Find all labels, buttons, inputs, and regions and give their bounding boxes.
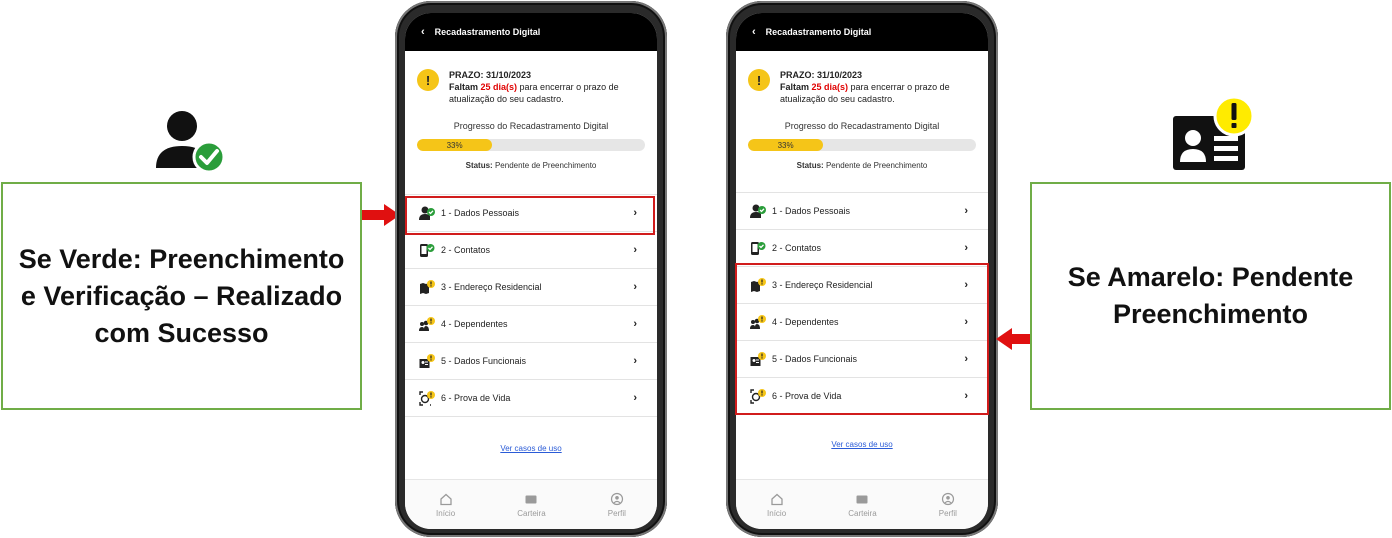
callout-pending: Se Amarelo: Pendente Preenchimento <box>1030 182 1391 410</box>
status-label: Status: <box>465 161 493 170</box>
progress-percent: 33% <box>446 140 463 150</box>
id-card-alert-icon <box>1173 95 1255 170</box>
menu-item-contatos[interactable]: 2 - Contatos › <box>736 230 988 267</box>
menu-label: 1 - Dados Pessoais <box>772 206 851 216</box>
bottom-nav: Início Carteira Perfil <box>736 479 988 529</box>
nav-perfil[interactable]: Perfil <box>608 492 626 518</box>
use-cases-link[interactable]: Ver casos de uso <box>405 444 657 453</box>
nav-label: Carteira <box>848 508 877 518</box>
nav-label: Perfil <box>938 508 957 518</box>
menu-label: 2 - Contatos <box>772 243 822 253</box>
menu-item-endereco[interactable]: 3 - Endereço Residencial › <box>405 269 657 306</box>
chevron-right-icon: › <box>633 392 637 404</box>
status-label: Status: <box>796 161 824 170</box>
progress-bar: 33% <box>748 139 976 151</box>
highlight-pending-items <box>735 263 989 415</box>
back-icon[interactable]: ‹ <box>752 26 756 38</box>
nav-label: Início <box>767 508 787 518</box>
badge-alert-icon <box>419 354 435 368</box>
menu-item-dados-funcionais[interactable]: 5 - Dados Funcionais › <box>405 343 657 380</box>
faltam-label: Faltam <box>449 82 479 92</box>
chevron-right-icon: › <box>633 244 637 256</box>
progress-title: Progresso do Recadastramento Digital <box>784 121 940 131</box>
use-cases-link[interactable]: Ver casos de uso <box>736 440 988 449</box>
status-value: Pendente de Preenchimento <box>494 161 597 170</box>
status-line: Status: Pendente de Preenchimento <box>405 161 657 170</box>
wallet-icon <box>856 495 868 503</box>
nav-carteira[interactable]: Carteira <box>517 492 546 518</box>
chevron-right-icon: › <box>964 242 968 254</box>
progress-bar: 33% <box>417 139 645 151</box>
wallet-icon <box>525 495 537 503</box>
warning-icon: ! <box>748 69 770 91</box>
deadline-text: PRAZO: 31/10/2023 <box>780 70 863 80</box>
menu-item-prova-de-vida[interactable]: 6 - Prova de Vida › <box>405 380 657 417</box>
chevron-right-icon: › <box>633 355 637 367</box>
face-scan-alert-icon <box>419 391 435 406</box>
chevron-right-icon: › <box>633 318 637 330</box>
user-check-icon <box>156 111 226 174</box>
menu-item-contatos[interactable]: 2 - Contatos › <box>405 232 657 269</box>
nav-label: Início <box>436 508 456 518</box>
deadline-notice: ! PRAZO: 31/10/2023 Faltam 25 dia(s) par… <box>405 51 657 105</box>
nav-inicio[interactable]: Início <box>436 492 455 518</box>
nav-perfil[interactable]: Perfil <box>939 492 957 518</box>
status-line: Status: Pendente de Preenchimento <box>736 161 988 170</box>
app-title: Recadastramento Digital <box>434 27 541 37</box>
days-remaining: 25 dia(s) <box>480 82 518 92</box>
menu-label: 5 - Dados Funcionais <box>441 356 527 366</box>
faltam-label: Faltam <box>780 82 810 92</box>
nav-label: Carteira <box>517 508 546 518</box>
profile-icon <box>941 492 954 505</box>
arrow-left-icon <box>996 328 1034 350</box>
callout-pending-text: Se Amarelo: Pendente Preenchimento <box>1067 262 1354 329</box>
menu-label: 3 - Endereço Residencial <box>441 282 542 292</box>
menu-label: 4 - Dependentes <box>441 319 508 329</box>
phone-check-icon <box>751 242 766 255</box>
home-icon <box>770 493 783 505</box>
callout-success-text: Se Verde: Preenchimento e Verificação – … <box>18 243 345 348</box>
highlight-success-item <box>405 196 655 235</box>
menu-label: 6 - Prova de Vida <box>441 393 511 403</box>
group-alert-icon <box>419 317 435 331</box>
nav-inicio[interactable]: Início <box>767 492 786 518</box>
nav-label: Perfil <box>607 508 626 518</box>
app-header: ‹ Recadastramento Digital <box>405 13 657 51</box>
app-title: Recadastramento Digital <box>765 27 872 37</box>
deadline-notice: ! PRAZO: 31/10/2023 Faltam 25 dia(s) par… <box>736 51 988 105</box>
user-check-icon <box>750 204 766 218</box>
status-value: Pendente de Preenchimento <box>825 161 928 170</box>
app-header: ‹ Recadastramento Digital <box>736 13 988 51</box>
deadline-text: PRAZO: 31/10/2023 <box>449 70 532 80</box>
chevron-right-icon: › <box>633 281 637 293</box>
menu-label: 2 - Contatos <box>441 245 491 255</box>
nav-carteira[interactable]: Carteira <box>848 492 877 518</box>
menu-item-dados-pessoais[interactable]: 1 - Dados Pessoais › <box>736 193 988 230</box>
chevron-right-icon: › <box>964 205 968 217</box>
phone-pending: ‹ Recadastramento Digital ! PRAZO: 31/10… <box>726 1 998 537</box>
days-remaining: 25 dia(s) <box>811 82 849 92</box>
phone-check-icon <box>420 244 435 257</box>
back-icon[interactable]: ‹ <box>421 26 425 38</box>
map-alert-icon <box>420 280 435 294</box>
profile-icon <box>610 492 623 505</box>
callout-success: Se Verde: Preenchimento e Verificação – … <box>1 182 362 410</box>
progress-percent: 33% <box>777 140 794 150</box>
warning-icon: ! <box>417 69 439 91</box>
phone-screen: ‹ Recadastramento Digital ! PRAZO: 31/10… <box>405 13 657 529</box>
progress-title: Progresso do Recadastramento Digital <box>453 121 609 131</box>
home-icon <box>439 493 452 505</box>
bottom-nav: Início Carteira Perfil <box>405 479 657 529</box>
phone-success: ‹ Recadastramento Digital ! PRAZO: 31/10… <box>395 1 667 537</box>
menu-item-dependentes[interactable]: 4 - Dependentes › <box>405 306 657 343</box>
